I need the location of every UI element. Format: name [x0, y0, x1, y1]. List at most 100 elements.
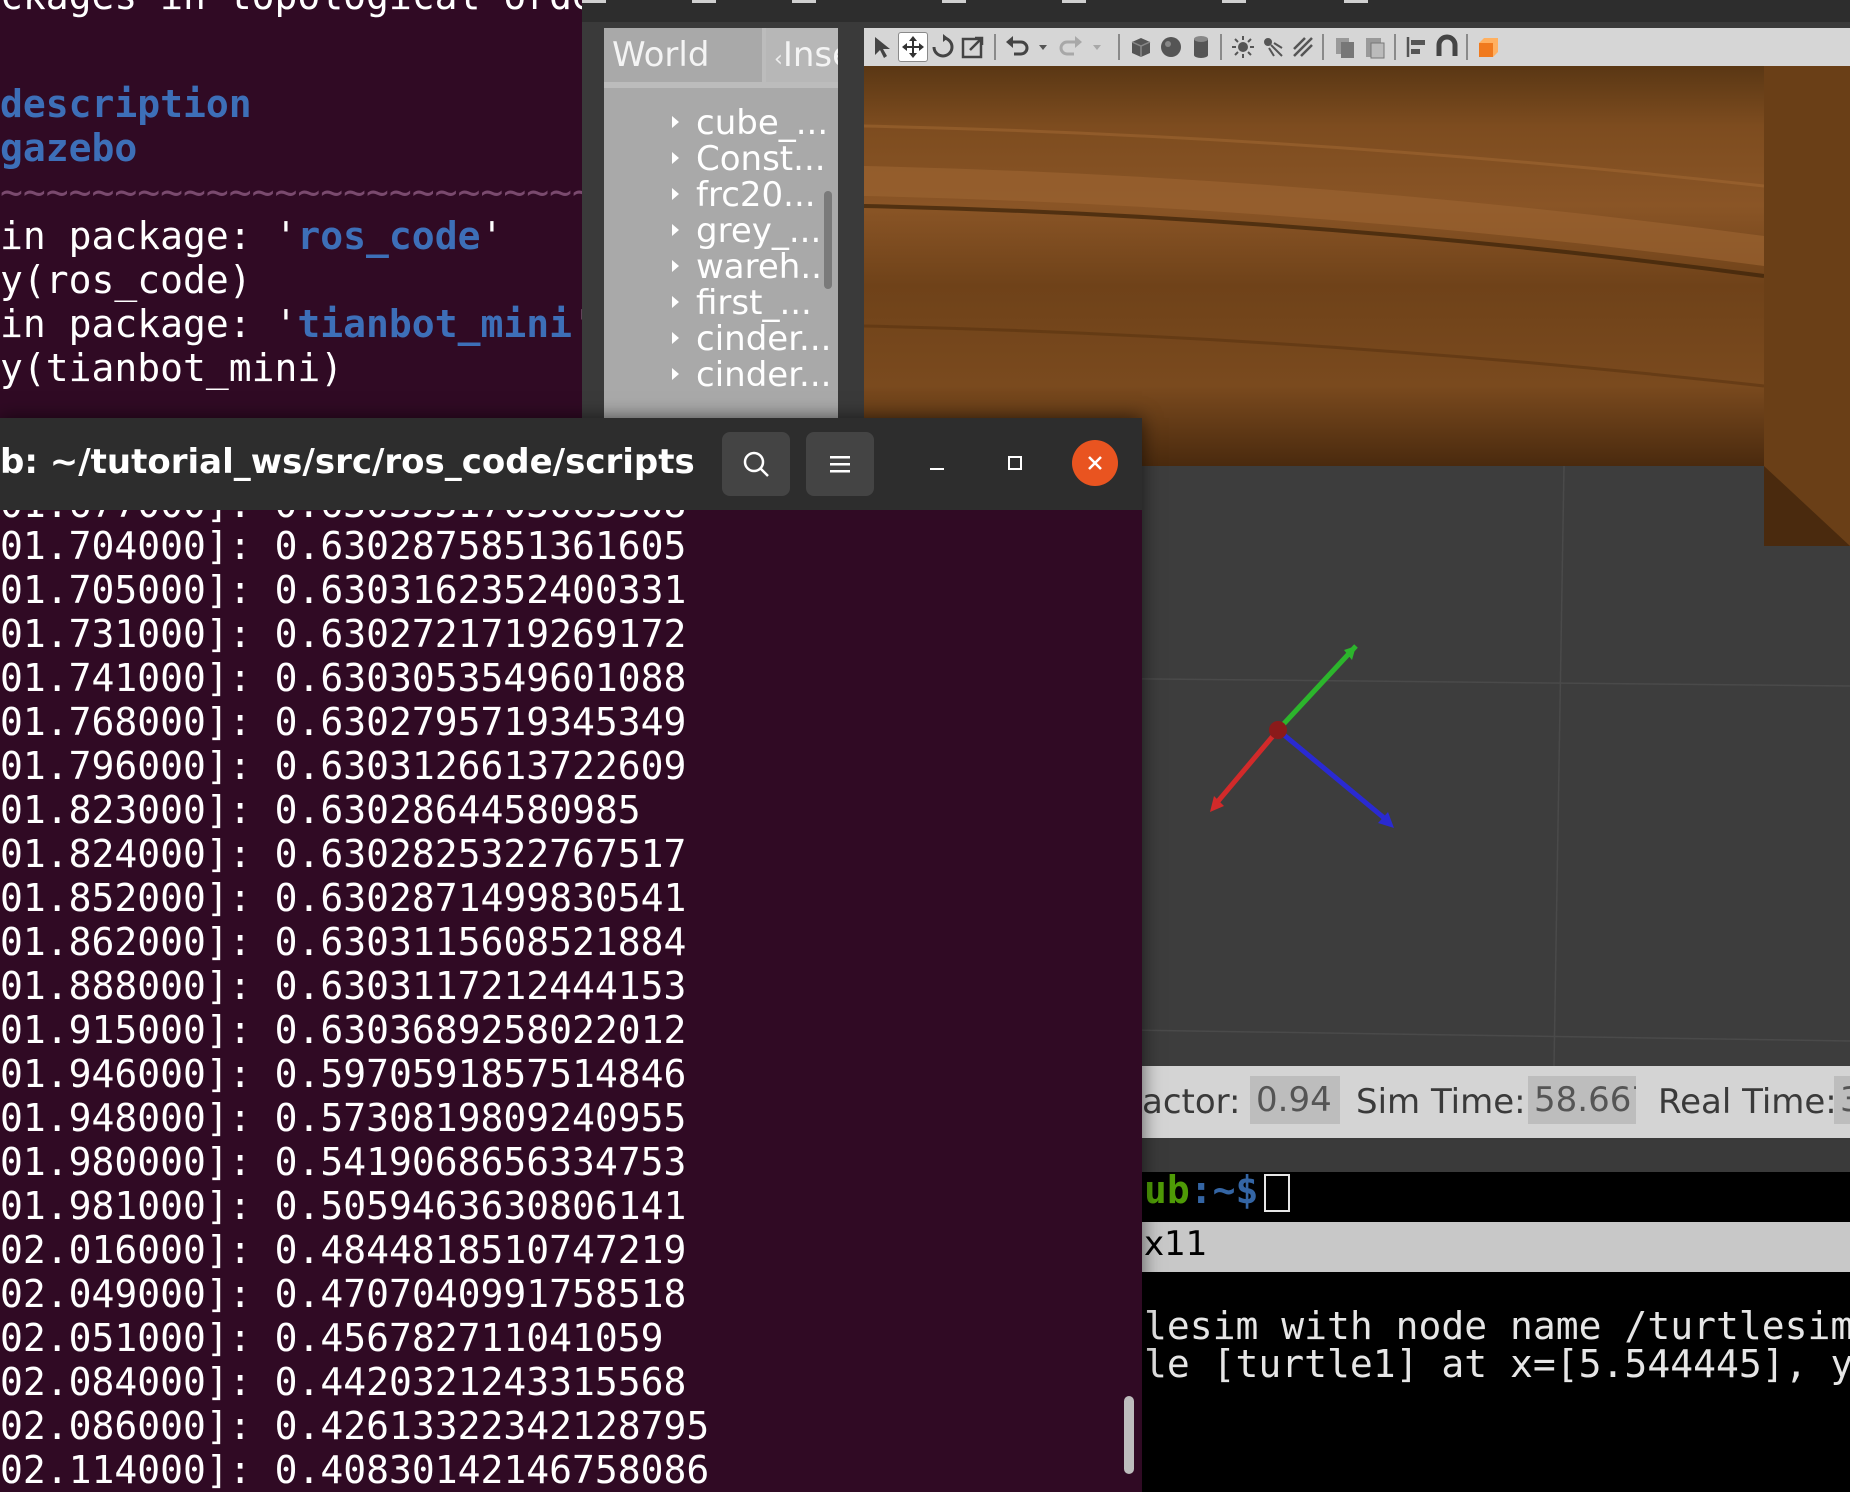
expand-arrow-icon[interactable]	[672, 368, 679, 380]
minimize-button[interactable]	[914, 440, 960, 486]
close-button[interactable]	[1072, 440, 1118, 486]
select-icon[interactable]	[868, 32, 898, 62]
directional-light-icon[interactable]	[1288, 32, 1318, 62]
value: 0.5970591857514846	[274, 1052, 687, 1096]
paste-icon[interactable]	[1360, 32, 1390, 62]
value: 0.4707040991758518	[274, 1272, 687, 1316]
expand-arrow-icon[interactable]	[672, 260, 679, 272]
expand-arrow-icon[interactable]	[672, 224, 679, 236]
terminal-line: in package: 'ros_code'	[0, 214, 503, 258]
terminal-output[interactable]: 01.677000]: 0.6303531703063308 01.704000…	[0, 510, 1142, 1492]
scale-icon[interactable]	[958, 32, 988, 62]
terminal-headerbar[interactable]: b: ~/tutorial_ws/src/ros_code/scripts	[0, 418, 1142, 510]
terminal-line: 01.981000]: 0.5059463630806141	[0, 1184, 686, 1228]
snap-icon[interactable]	[1432, 32, 1462, 62]
gazebo-toolbar	[864, 28, 1850, 67]
terminal-line: 01.705000]: 0.6303162352400331	[0, 568, 686, 612]
timestamp: 01.862000]:	[0, 920, 252, 964]
redo-dropdown-icon[interactable]	[1082, 32, 1112, 62]
color-view-icon[interactable]	[1474, 32, 1504, 62]
cylinder-icon[interactable]	[1186, 32, 1216, 62]
timestamp: 01.741000]:	[0, 656, 252, 700]
factor-label: actor:	[1142, 1082, 1241, 1122]
maximize-button[interactable]	[992, 440, 1038, 486]
line-suffix: '	[480, 214, 504, 258]
scripts-terminal-window[interactable]: b: ~/tutorial_ws/src/ros_code/scripts 01…	[0, 418, 1142, 1492]
terminal-scrollbar[interactable]	[1124, 1396, 1134, 1474]
value: 0.6303162352400331	[274, 568, 687, 612]
value: 0.4844818510747219	[274, 1228, 687, 1272]
value: 0.456782711041059	[274, 1316, 664, 1360]
translate-icon[interactable]	[898, 32, 928, 62]
point-light-icon[interactable]	[1228, 32, 1258, 62]
terminal-line: 01.824000]: 0.6302825322767517	[0, 832, 686, 876]
value: 0.6302721719269172	[274, 612, 687, 656]
terminal-line: 01.741000]: 0.6303053549601088	[0, 656, 686, 700]
x11-titlebar[interactable]: x11	[1140, 1222, 1850, 1272]
terminal-line: y(ros_code)	[0, 258, 252, 302]
tab-world[interactable]: World	[604, 28, 762, 82]
terminal-line: 01.704000]: 0.6302875851361605	[0, 524, 686, 568]
timestamp: 01.823000]:	[0, 788, 252, 832]
terminal-line: le [turtle1] at x=[5.544445], y=[	[1144, 1342, 1850, 1386]
expand-arrow-icon[interactable]	[672, 116, 679, 128]
undo-dropdown-icon[interactable]	[1028, 32, 1058, 62]
terminal-line: in package: 'tianbot_mini'	[0, 302, 582, 346]
window-title: b: ~/tutorial_ws/src/ros_code/scripts	[0, 442, 695, 482]
value: 0.5059463630806141	[274, 1184, 687, 1228]
package-name: ros_code	[297, 214, 481, 258]
expand-arrow-icon[interactable]	[672, 188, 679, 200]
real-time-label: Real Time:	[1658, 1082, 1837, 1122]
timestamp: 01.796000]:	[0, 744, 252, 788]
timestamp: 01.824000]:	[0, 832, 252, 876]
value: 0.6302825322767517	[274, 832, 687, 876]
value: 0.6303126613722609	[274, 744, 687, 788]
box-icon[interactable]	[1126, 32, 1156, 62]
timestamp: 01.946000]:	[0, 1052, 252, 1096]
tab-insert[interactable]: ‹Inse	[766, 28, 838, 82]
hamburger-menu-icon	[830, 456, 850, 473]
rotate-icon[interactable]	[928, 32, 958, 62]
terminal-line: y(tianbot_mini)	[0, 346, 344, 390]
expand-arrow-icon[interactable]	[672, 296, 679, 308]
sim-time-value: 58.667	[1528, 1076, 1636, 1124]
terminal-line: ckages in topological order	[0, 0, 582, 18]
expand-arrow-icon[interactable]	[672, 152, 679, 164]
tree-item[interactable]: cinder...	[604, 354, 831, 396]
timestamp: 02.016000]:	[0, 1228, 252, 1272]
spot-light-icon[interactable]	[1258, 32, 1288, 62]
value: 0.6302875851361605	[274, 524, 687, 568]
timestamp: 01.705000]:	[0, 568, 252, 612]
close-icon	[1088, 456, 1102, 470]
factor-value: 0.94	[1250, 1076, 1340, 1124]
prompt-path: :~$	[1189, 1172, 1259, 1212]
terminal-line: 02.114000]: 0.40830142146758086	[0, 1448, 709, 1492]
terminal-line: 01.946000]: 0.5970591857514846	[0, 1052, 686, 1096]
tree-scrollbar[interactable]	[824, 191, 832, 289]
chevron-left-icon[interactable]: ‹	[774, 47, 783, 72]
menu-button[interactable]	[806, 432, 874, 496]
copy-icon[interactable]	[1330, 32, 1360, 62]
terminal-line: 02.049000]: 0.4707040991758518	[0, 1272, 686, 1316]
tab-insert-label: Inse	[782, 35, 838, 75]
align-icon[interactable]	[1402, 32, 1432, 62]
search-button[interactable]	[722, 432, 790, 496]
timestamp: 01.981000]:	[0, 1184, 252, 1228]
timestamp: 01.915000]:	[0, 1008, 252, 1052]
real-time-value: 3	[1834, 1076, 1850, 1124]
terminal-line: 02.086000]: 0.42613322342128795	[0, 1404, 709, 1448]
background-terminal[interactable]: ckages in topological order descriptiong…	[0, 0, 582, 430]
terminal-line: 01.796000]: 0.6303126613722609	[0, 744, 686, 788]
timestamp: 02.114000]:	[0, 1448, 252, 1492]
timestamp: 01.980000]:	[0, 1140, 252, 1184]
turtlesim-terminal[interactable]: ub:~$ x11 lesim with node name /turtlesi…	[1140, 1172, 1850, 1492]
terminal-line: 02.016000]: 0.4844818510747219	[0, 1228, 686, 1272]
x11-title: x11	[1144, 1224, 1208, 1264]
expand-arrow-icon[interactable]	[672, 332, 679, 344]
package-name: tianbot_mini	[297, 302, 572, 346]
timestamp: 01.888000]:	[0, 964, 252, 1008]
prompt-user: ub	[1144, 1172, 1190, 1212]
terminal-line: 01.768000]: 0.6302795719345349	[0, 700, 686, 744]
sphere-icon[interactable]	[1156, 32, 1186, 62]
gazebo-menubar	[582, 0, 1850, 22]
